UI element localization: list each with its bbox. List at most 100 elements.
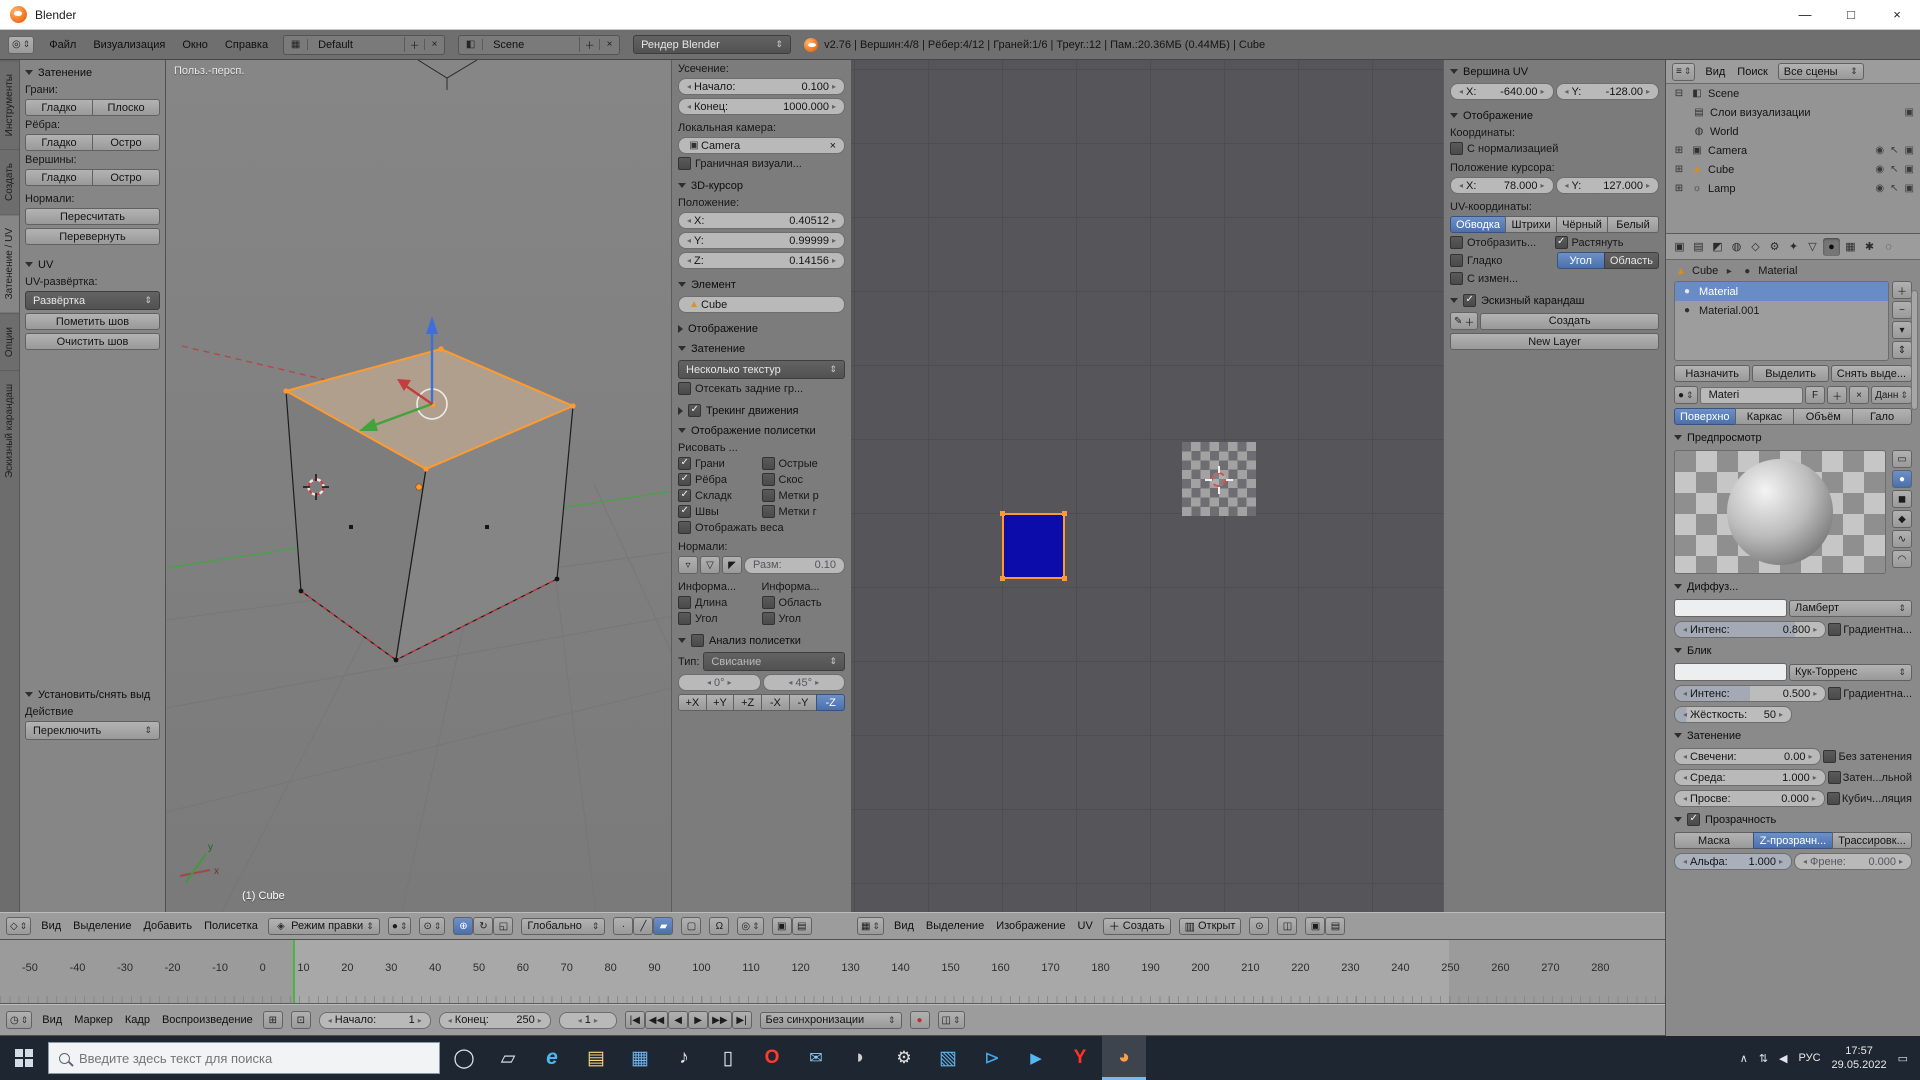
tool-tab-tools[interactable]: Инструменты	[0, 60, 19, 150]
clear-camera-icon[interactable]: ×	[830, 140, 836, 152]
use-preview-range-button[interactable]: ⊞	[262, 1011, 283, 1029]
data-tab-icon[interactable]: ▽	[1804, 238, 1821, 256]
language-indicator[interactable]: РУС	[1799, 1052, 1821, 1064]
panel-expand-icon[interactable]	[1674, 584, 1682, 589]
play-reverse-button[interactable]: ◀	[668, 1011, 689, 1029]
taskbar-app-mail[interactable]: ✉	[794, 1036, 838, 1080]
fake-user-button[interactable]: F	[1805, 386, 1826, 404]
timeline-ruler[interactable]: -50 -40 -30 -20 -10 0 10 20 30 40 50 60 70 80 90 100 110…	[0, 940, 1665, 1004]
next-keyframe-button[interactable]: ▶▶	[708, 1011, 732, 1029]
cursor-2d-x-field[interactable]: X:78.000	[1450, 177, 1554, 194]
local-camera-field[interactable]: ▣ Camera ×	[678, 137, 845, 154]
outliner-row-scene[interactable]: ⊟ ◧ Scene	[1666, 84, 1920, 103]
material-slot[interactable]: ● Material.001	[1675, 301, 1888, 320]
taskbar-clock[interactable]: 17:57 29.05.2022	[1832, 1044, 1887, 1073]
loose-normals-toggle[interactable]: ◤	[722, 556, 742, 574]
panel-expand-icon[interactable]	[678, 638, 686, 643]
draw-seams-checkbox[interactable]	[678, 505, 691, 518]
normals-size-field[interactable]: Разм: 0.10	[744, 556, 845, 574]
layout-delete-button[interactable]: ×	[424, 39, 444, 50]
panel-expand-icon[interactable]	[678, 183, 686, 188]
grease-pencil-checkbox[interactable]	[1463, 294, 1476, 307]
material-slot[interactable]: ● Material	[1675, 282, 1888, 301]
expander-icon[interactable]: ⊞	[1672, 145, 1686, 156]
maximize-button[interactable]: □	[1828, 0, 1874, 29]
tool-tab-create[interactable]: Создать	[0, 149, 19, 215]
vertex-select-button[interactable]: ∙	[613, 917, 634, 935]
panel-expand-icon[interactable]	[25, 262, 33, 267]
modifiers-tab-icon[interactable]: ✦	[1785, 238, 1802, 256]
cursor-x-field[interactable]: X:0.40512	[678, 212, 845, 229]
diffuse-color-swatch[interactable]	[1674, 599, 1787, 617]
assign-button[interactable]: Назначить	[1674, 365, 1751, 382]
draw-faces-checkbox[interactable]	[678, 457, 691, 470]
editor-type-button[interactable]: ▦ ⇕	[857, 917, 884, 935]
preview-sphere-button[interactable]: ●	[1892, 470, 1912, 488]
outliner-view-menu[interactable]: Вид	[1703, 66, 1727, 78]
expander-icon[interactable]: ⊞	[1672, 164, 1686, 175]
texture-tab-icon[interactable]: ▦	[1842, 238, 1859, 256]
expander-icon[interactable]: ⊟	[1672, 88, 1686, 99]
search-input[interactable]	[79, 1050, 429, 1066]
clip-end-field[interactable]: Конец:1000.000	[678, 98, 845, 115]
taskbar-app-yandex[interactable]: Y	[1058, 1036, 1102, 1080]
draw-sharp-checkbox[interactable]	[761, 457, 775, 470]
editor-type-button[interactable]: ◇ ⇕	[6, 917, 32, 935]
scopes-button[interactable]: ◫	[1277, 917, 1298, 935]
tray-expand-icon[interactable]: ∧	[1740, 1052, 1748, 1065]
show-weights-checkbox[interactable]	[678, 521, 691, 534]
particles-tab-icon[interactable]: ✱	[1861, 238, 1878, 256]
lock-frame-button[interactable]: ⊡	[290, 1011, 311, 1029]
keying-set-button[interactable]: ◫ ⇕	[937, 1011, 965, 1029]
grease-pencil-new-button[interactable]: Создать	[1480, 312, 1659, 330]
uv-x-field[interactable]: X:-640.00	[1450, 83, 1554, 100]
renderable-icon[interactable]: ▣	[1905, 164, 1914, 175]
object-tab-icon[interactable]: ◇	[1747, 238, 1764, 256]
orientation-select[interactable]: Глобально ⇕	[521, 917, 606, 935]
flip-normals-button[interactable]: Перевернуть	[25, 228, 160, 245]
minimize-button[interactable]: —	[1782, 0, 1828, 29]
recalculate-normals-button[interactable]: Пересчитать	[25, 208, 160, 225]
taskbar-app-file-explorer[interactable]: ▤	[574, 1036, 618, 1080]
preview-world-button[interactable]: ◠	[1892, 550, 1912, 568]
play-button[interactable]: ▶	[688, 1011, 709, 1029]
panel-expand-icon[interactable]	[1450, 113, 1458, 118]
uv-white-button[interactable]: Белый	[1607, 216, 1659, 233]
info-editor-icon[interactable]: ◎ ⇕	[8, 35, 35, 54]
outliner-row-camera[interactable]: ⊞ ▣ Camera ◉ ↖ ▣	[1666, 141, 1920, 160]
limit-to-visible-button[interactable]: ▢	[681, 917, 702, 935]
motion-tracking-checkbox[interactable]	[688, 404, 701, 417]
draw-creases-checkbox[interactable]	[678, 489, 691, 502]
grease-pencil-draw-icon[interactable]: ✎ ＋	[1450, 312, 1479, 330]
select-button[interactable]: Выделить	[1752, 365, 1829, 382]
axis-plus-z-button[interactable]: +Z	[733, 694, 763, 711]
taskbar-app-photos[interactable]: ▧	[926, 1036, 970, 1080]
edge-length-checkbox[interactable]	[678, 596, 691, 609]
faces-flat-button[interactable]: Плоско	[92, 99, 160, 116]
outliner-row-world[interactable]: ◍ World	[1666, 122, 1920, 141]
specular-color-swatch[interactable]	[1674, 663, 1787, 681]
start-frame-field[interactable]: Начало:1	[318, 1011, 431, 1029]
edges-sharp-button[interactable]: Остро	[92, 134, 160, 151]
unwrap-menu[interactable]: Развёртка ⇕	[25, 291, 160, 310]
uv-black-button[interactable]: Чёрный	[1556, 216, 1609, 233]
modified-edges-checkbox[interactable]	[1450, 272, 1463, 285]
pivot-center-button[interactable]: ⊙ ⇕	[419, 917, 446, 935]
taskbar-app-movies-tv[interactable]: ▶	[1014, 1036, 1058, 1080]
draw-edges-checkbox[interactable]	[678, 473, 691, 486]
shadow-only-checkbox[interactable]	[1827, 771, 1841, 784]
cursor-2d-y-field[interactable]: Y:127.000	[1555, 177, 1659, 194]
manipulator-translate-button[interactable]: ⊕	[453, 917, 474, 935]
auto-keyframe-button[interactable]: ●	[909, 1011, 930, 1029]
end-frame-field[interactable]: Конец:250	[438, 1011, 551, 1029]
sync-mode-select[interactable]: Без синхронизации ⇕	[759, 1011, 902, 1029]
display-modified-checkbox[interactable]	[1450, 236, 1463, 249]
panel-expand-icon[interactable]	[678, 346, 686, 351]
hardness-slider[interactable]: Жёсткость:50	[1674, 706, 1792, 723]
specular-ramp-checkbox[interactable]	[1828, 687, 1842, 700]
axis-minus-y-button[interactable]: -Y	[788, 694, 818, 711]
properties-scrollbar[interactable]	[1911, 290, 1918, 410]
menu-file[interactable]: Файл	[47, 39, 78, 51]
previous-keyframe-button[interactable]: ◀◀	[644, 1011, 669, 1029]
draw-edge-marks-checkbox[interactable]	[761, 489, 775, 502]
